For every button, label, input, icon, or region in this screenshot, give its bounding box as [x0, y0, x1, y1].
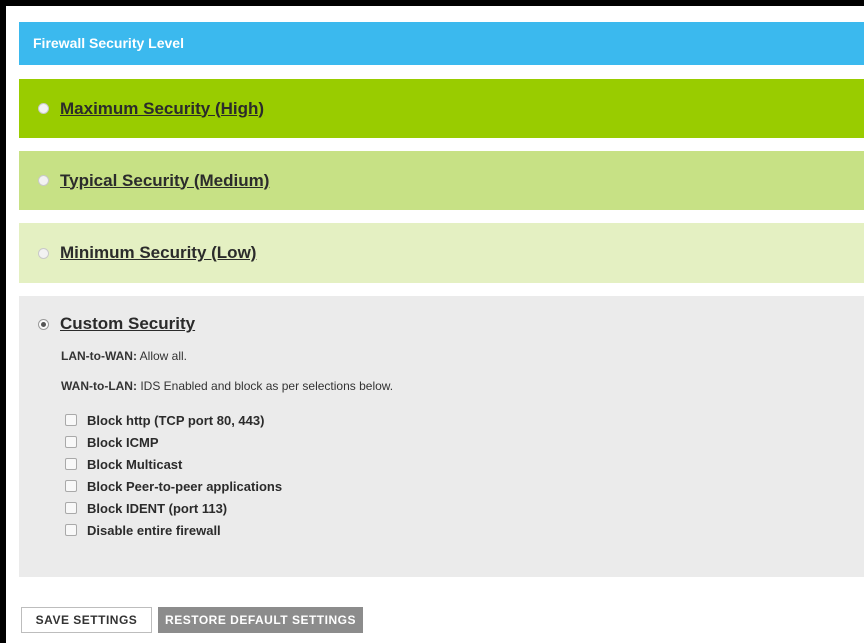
lan-to-wan-value: Allow all. [136, 349, 188, 363]
option-minimum-security[interactable]: Minimum Security (Low) [19, 223, 864, 283]
block-p2p-checkbox[interactable] [65, 480, 77, 492]
radio-maximum-security[interactable] [38, 103, 49, 114]
option-typical-security[interactable]: Typical Security (Medium) [19, 151, 864, 210]
section-header: Firewall Security Level [19, 22, 864, 65]
block-ident-checkbox[interactable] [65, 502, 77, 514]
lan-to-wan-line: LAN-to-WAN: Allow all. [61, 349, 187, 363]
radio-minimum-security[interactable] [38, 247, 49, 259]
wan-to-lan-value: IDS Enabled and block as per selections … [136, 379, 394, 393]
block-options-list: Block http (TCP port 80, 443) Block ICMP… [65, 409, 282, 541]
radio-typical-security[interactable] [38, 175, 49, 186]
wan-to-lan-line: WAN-to-LAN: IDS Enabled and block as per… [61, 379, 393, 393]
checkbox-row[interactable]: Block Multicast [65, 453, 282, 475]
custom-security-panel: Custom Security LAN-to-WAN: Allow all. W… [19, 296, 864, 577]
block-icmp-label[interactable]: Block ICMP [87, 435, 159, 450]
option-custom-security-label[interactable]: Custom Security [60, 314, 195, 334]
option-custom-security[interactable]: Custom Security [38, 314, 195, 334]
option-minimum-security-label[interactable]: Minimum Security (Low) [60, 243, 256, 263]
block-ident-label[interactable]: Block IDENT (port 113) [87, 501, 227, 516]
block-http-checkbox[interactable] [65, 414, 77, 426]
block-multicast-label[interactable]: Block Multicast [87, 457, 182, 472]
disable-firewall-label[interactable]: Disable entire firewall [87, 523, 221, 538]
wan-to-lan-key: WAN-to-LAN: [61, 379, 137, 393]
section-title: Firewall Security Level [33, 35, 184, 51]
disable-firewall-checkbox[interactable] [65, 524, 77, 536]
lan-to-wan-key: LAN-to-WAN: [61, 349, 137, 363]
checkbox-row[interactable]: Block ICMP [65, 431, 282, 453]
block-p2p-label[interactable]: Block Peer-to-peer applications [87, 479, 282, 494]
block-multicast-checkbox[interactable] [65, 458, 77, 470]
block-http-label[interactable]: Block http (TCP port 80, 443) [87, 413, 264, 428]
checkbox-row[interactable]: Block http (TCP port 80, 443) [65, 409, 282, 431]
block-icmp-checkbox[interactable] [65, 436, 77, 448]
option-maximum-security[interactable]: Maximum Security (High) [19, 79, 864, 138]
radio-custom-security[interactable] [38, 318, 49, 330]
option-typical-security-label[interactable]: Typical Security (Medium) [60, 171, 269, 191]
checkbox-row[interactable]: Block IDENT (port 113) [65, 497, 282, 519]
option-maximum-security-label[interactable]: Maximum Security (High) [60, 99, 264, 119]
checkbox-row[interactable]: Block Peer-to-peer applications [65, 475, 282, 497]
save-settings-button[interactable]: SAVE SETTINGS [21, 607, 152, 633]
restore-default-settings-button[interactable]: RESTORE DEFAULT SETTINGS [158, 607, 363, 633]
checkbox-row[interactable]: Disable entire firewall [65, 519, 282, 541]
